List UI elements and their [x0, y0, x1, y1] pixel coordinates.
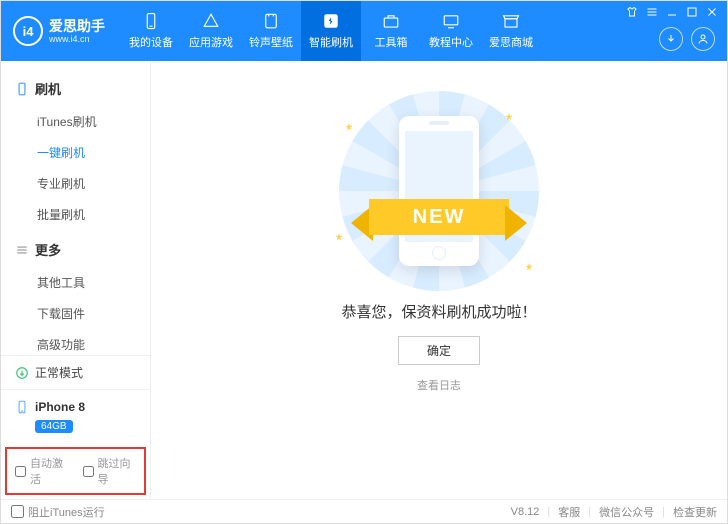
sidebar-item-batch-flash[interactable]: 批量刷机: [1, 199, 150, 230]
version-label: V8.12: [511, 506, 540, 518]
checkbox-label: 自动激活: [30, 455, 69, 487]
minimize-icon[interactable]: [665, 5, 679, 19]
view-log-link[interactable]: 查看日志: [417, 377, 461, 393]
logo-title: 爱思助手: [49, 19, 105, 33]
sidebar-group-label: 刷机: [35, 79, 61, 98]
checkbox-label: 跳过向导: [98, 455, 137, 487]
success-message: 恭喜您，保资料刷机成功啦！: [341, 301, 536, 322]
ribbon-text: NEW: [369, 199, 509, 235]
tutorial-icon: [442, 12, 460, 30]
checkbox-auto-activate[interactable]: 自动激活: [15, 455, 69, 487]
flash-icon: [322, 12, 340, 30]
storage-badge: 64GB: [35, 420, 73, 433]
nav-label: 应用游戏: [189, 34, 233, 50]
apps-icon: [202, 12, 220, 30]
divider: |: [662, 506, 665, 518]
sidebar-item-itunes-flash[interactable]: iTunes刷机: [1, 106, 150, 137]
close-icon[interactable]: [705, 5, 719, 19]
nav-tutorials[interactable]: 教程中心: [421, 1, 481, 61]
nav-label: 工具箱: [375, 34, 408, 50]
logo-badge: i4: [13, 16, 43, 46]
logo-url: www.i4.cn: [49, 35, 105, 44]
success-illustration: NEW: [324, 101, 554, 281]
sidebar: 刷机 iTunes刷机 一键刷机 专业刷机 批量刷机 更多 其他工具 下载固件 …: [1, 61, 151, 499]
nav-ringtones[interactable]: 铃声壁纸: [241, 1, 301, 61]
sidebar-item-pro-flash[interactable]: 专业刷机: [1, 168, 150, 199]
store-icon: [502, 12, 520, 30]
device-name-label: iPhone 8: [35, 400, 85, 414]
nav-toolbox[interactable]: 工具箱: [361, 1, 421, 61]
sidebar-item-other-tools[interactable]: 其他工具: [1, 267, 150, 298]
highlight-box: 自动激活 跳过向导: [5, 447, 146, 495]
divider: |: [588, 506, 591, 518]
footer: 阻止iTunes运行 V8.12 | 客服 | 微信公众号 | 检查更新: [1, 499, 727, 523]
wechat-link[interactable]: 微信公众号: [599, 504, 654, 520]
sidebar-item-download-firmware[interactable]: 下载固件: [1, 298, 150, 329]
nav-my-device[interactable]: 我的设备: [121, 1, 181, 61]
menu-icon[interactable]: [645, 5, 659, 19]
confirm-button[interactable]: 确定: [398, 336, 480, 365]
tshirt-icon[interactable]: [625, 5, 639, 19]
maximize-icon[interactable]: [685, 5, 699, 19]
new-ribbon: NEW: [349, 191, 529, 246]
checkbox-input[interactable]: [11, 505, 24, 518]
check-update-link[interactable]: 检查更新: [673, 504, 717, 520]
user-icon[interactable]: [691, 27, 715, 51]
sidebar-group-flash: 刷机: [1, 75, 150, 106]
sidebar-item-onekey-flash[interactable]: 一键刷机: [1, 137, 150, 168]
checkbox-input[interactable]: [83, 466, 94, 477]
checkbox-label: 阻止iTunes运行: [28, 504, 105, 520]
support-link[interactable]: 客服: [558, 504, 580, 520]
sidebar-group-label: 更多: [35, 240, 61, 259]
sidebar-item-advanced[interactable]: 高级功能: [1, 329, 150, 355]
main-content: NEW 恭喜您，保资料刷机成功啦！ 确定 查看日志: [151, 61, 727, 499]
device-info[interactable]: iPhone 8 64GB: [1, 390, 150, 441]
logo: i4 爱思助手 www.i4.cn: [1, 16, 121, 46]
nav-smart-flash[interactable]: 智能刷机: [301, 1, 361, 61]
nav-label: 铃声壁纸: [249, 34, 293, 50]
checkbox-block-itunes[interactable]: 阻止iTunes运行: [11, 504, 105, 520]
nav-label: 教程中心: [429, 34, 473, 50]
status-label: 正常模式: [35, 364, 83, 381]
ringtone-icon: [262, 12, 280, 30]
nav-label: 智能刷机: [309, 34, 353, 50]
device-icon: [142, 12, 160, 30]
status-normal-mode[interactable]: 正常模式: [1, 356, 150, 390]
download-icon[interactable]: [659, 27, 683, 51]
sidebar-group-more: 更多: [1, 236, 150, 267]
checkbox-input[interactable]: [15, 466, 26, 477]
toolbox-icon: [382, 12, 400, 30]
nav-apps-games[interactable]: 应用游戏: [181, 1, 241, 61]
app-header: i4 爱思助手 www.i4.cn 我的设备 应用游戏 铃声壁纸 智能刷机: [1, 1, 727, 61]
nav-label: 我的设备: [129, 34, 173, 50]
checkbox-skip-guide[interactable]: 跳过向导: [83, 455, 137, 487]
nav-store[interactable]: 爱思商城: [481, 1, 541, 61]
divider: |: [547, 506, 550, 518]
nav-label: 爱思商城: [489, 34, 533, 50]
